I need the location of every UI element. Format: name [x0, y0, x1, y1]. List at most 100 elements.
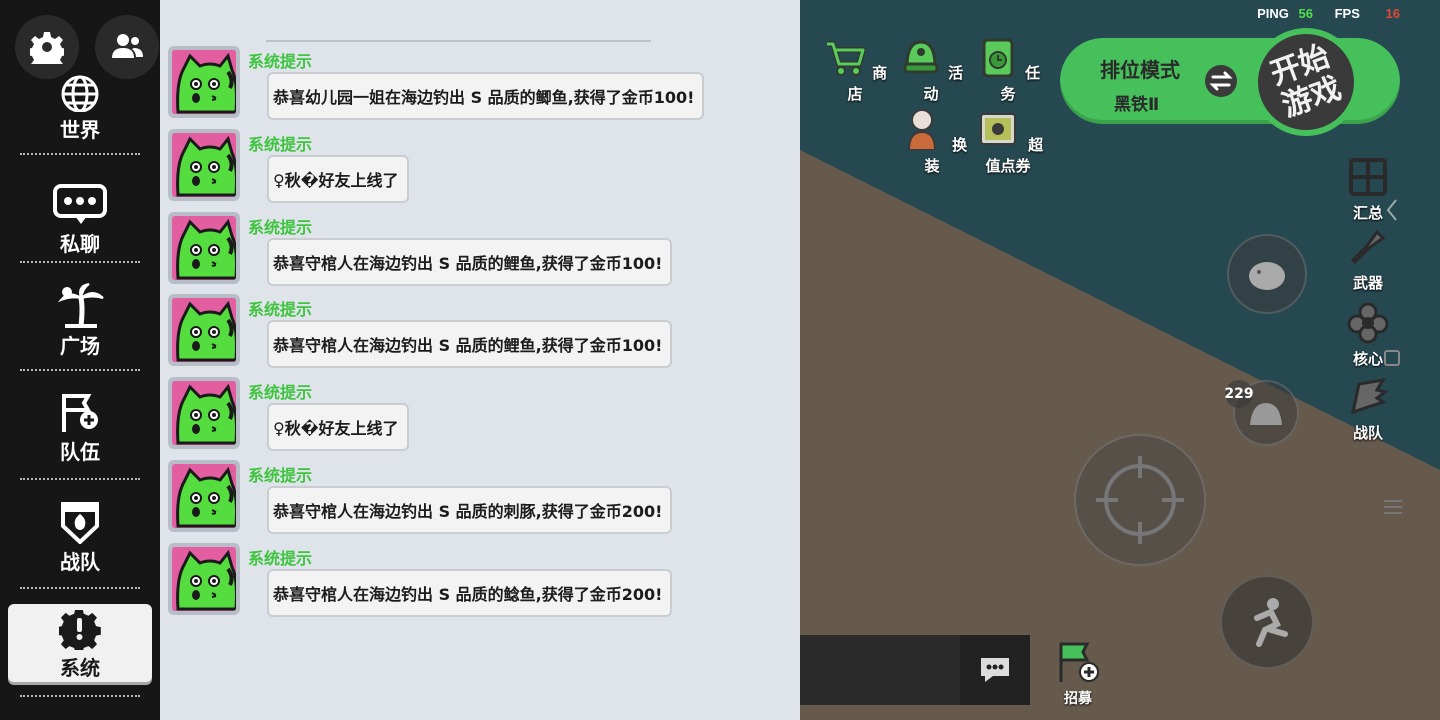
chat-bubble-dots-icon [981, 658, 1009, 682]
start-game-label: 开始 游戏 [1265, 38, 1346, 125]
green-cat-avatar-icon [176, 466, 236, 528]
message-bubble: ♀秋�好友上线了 [267, 403, 409, 452]
message-sender: 系统提示 [248, 466, 313, 485]
avatar[interactable] [168, 211, 240, 284]
weapon-icon [1350, 229, 1386, 265]
ping-label: PING [1257, 6, 1289, 21]
chat-message: 系统提示 恭喜守棺人在海边钓出 S 品质的刺豚,获得了金币200! [168, 460, 788, 536]
squad-wing-icon [1350, 377, 1389, 415]
activity-button[interactable]: 活动 [898, 36, 964, 103]
shop-cart-icon [826, 41, 866, 76]
nav-plaza-label: 广场 [60, 334, 100, 358]
avatar[interactable] [168, 128, 240, 201]
nav-clan[interactable]: 战队 [8, 500, 152, 600]
nav-plaza[interactable]: 广场 [8, 282, 152, 382]
crosshair-icon [1096, 456, 1184, 544]
green-cat-avatar-icon [176, 52, 236, 114]
green-cat-avatar-icon [176, 135, 236, 197]
friends-button[interactable] [95, 15, 159, 79]
collapse-arrow-icon[interactable] [1384, 196, 1400, 224]
green-cat-avatar-icon [176, 549, 236, 611]
nav-clan-label: 战队 [60, 550, 100, 574]
core-flower-icon [1347, 302, 1389, 344]
grid-icon [1349, 158, 1387, 196]
avatar[interactable] [168, 294, 240, 367]
message-bubble: 恭喜守棺人在海边钓出 S 品质的刺豚,获得了金币200! [267, 486, 673, 534]
message-sender: 系统提示 [248, 383, 313, 403]
nav-system-label: 系统 [60, 656, 100, 680]
activity-helmet-icon [903, 40, 939, 74]
message-sender: 系统提示 [248, 300, 313, 320]
small-checkbox[interactable] [1384, 350, 1400, 366]
switch-arrows-icon[interactable] [1204, 64, 1238, 98]
green-cat-avatar-icon [176, 383, 236, 445]
squad-side-button[interactable]: 战队 [1344, 376, 1392, 443]
emote-button[interactable] [1227, 234, 1307, 314]
rank-label: 黑铁Ⅱ [1114, 95, 1160, 115]
message-bubble: ♀秋�好友上线了 [267, 154, 409, 203]
avatar[interactable] [168, 46, 240, 118]
chat-message: 系统提示 恭喜守棺人在海边钓出 S 品质的鲤鱼,获得了金币100! [168, 211, 788, 288]
summary-label: 汇总 [1352, 204, 1383, 222]
task-clipboard-icon [982, 38, 1014, 78]
system-chat-panel: 系统提示 恭喜幼儿园一姐在海边钓出 S 品质的鲫鱼,获得了金币100! 系统提示… [160, 0, 800, 720]
nav-world-label: 世界 [60, 118, 100, 142]
squad-side-label: 战队 [1352, 424, 1383, 442]
avatar[interactable] [168, 460, 240, 532]
green-cat-avatar-icon [176, 218, 236, 280]
message-sender: 系统提示 [248, 134, 313, 154]
weapon-label: 武器 [1352, 274, 1383, 292]
voucher-button[interactable]: 超值点券 [968, 106, 1048, 175]
nav-private-chat-label: 私聊 [60, 232, 100, 256]
message-sender: 系统提示 [248, 548, 313, 568]
shop-button[interactable]: 商店 [822, 36, 888, 103]
outfit-character-icon [907, 109, 936, 151]
avatar[interactable] [168, 377, 240, 450]
weapon-button[interactable]: 武器 [1344, 226, 1392, 293]
shield-crest-icon [61, 502, 99, 544]
message-sender: 系统提示 [248, 52, 313, 71]
voucher-ticket-icon [979, 113, 1016, 145]
nav-system[interactable]: 系统 [8, 604, 152, 682]
outfit-button[interactable]: 换装 [892, 106, 972, 175]
message-bubble: 恭喜幼儿园一姐在海边钓出 S 品质的鲫鱼,获得了金币100! [267, 72, 705, 120]
nav-team-label: 队伍 [60, 440, 100, 464]
flag-plus-icon [62, 394, 98, 432]
chat-message: 系统提示 恭喜守棺人在海边钓出 S 品质的鲤鱼,获得了金币100! [168, 294, 788, 370]
alert-gear-icon [59, 610, 101, 650]
core-label: 核心 [1352, 350, 1383, 368]
nav-world[interactable]: 世界 [8, 72, 152, 172]
flag-plus-green-icon [1059, 642, 1099, 682]
message-bubble: 恭喜守棺人在海边钓出 S 品质的鲶鱼,获得了金币200! [267, 568, 673, 617]
jump-person-icon [1254, 598, 1288, 647]
avatar[interactable] [168, 542, 240, 615]
jump-button[interactable] [1220, 575, 1314, 669]
task-button[interactable]: 任务 [975, 36, 1041, 103]
mode-label: 排位模式 [1100, 58, 1180, 82]
network-stats: PING 56 FPS 16 [1251, 6, 1400, 21]
chat-bubble-icon [53, 184, 107, 224]
friends-icon [112, 34, 143, 58]
nav-team[interactable]: 队伍 [8, 392, 152, 492]
message-bubble: 恭喜守棺人在海边钓出 S 品质的鲤鱼,获得了金币100! [267, 320, 673, 369]
chat-message: 系统提示 ♀秋�好友上线了 [168, 377, 788, 453]
message-sender: 系统提示 [248, 217, 313, 237]
gear-icon [30, 32, 64, 64]
recruit-label: 招募 [1064, 691, 1092, 707]
globe-icon [61, 75, 99, 112]
chat-message: 系统提示 恭喜守棺人在海边钓出 S 品质的鲶鱼,获得了金币200! [168, 542, 788, 619]
palm-tree-icon [57, 283, 104, 328]
ping-value: 56 [1298, 6, 1313, 21]
green-cat-avatar-icon [176, 301, 236, 362]
aim-joystick[interactable] [1074, 434, 1206, 566]
chat-message: 系统提示 恭喜幼儿园一姐在海边钓出 S 品质的鲫鱼,获得了金币100! [168, 46, 788, 122]
fps-value: 16 [1385, 6, 1400, 21]
message-bubble: 恭喜守棺人在海边钓出 S 品质的鲤鱼,获得了金币100! [267, 237, 673, 286]
chat-channel-sidebar: 世界 私聊 广场 队伍 战队 系统 [0, 0, 160, 720]
menu-lines-icon[interactable] [1382, 498, 1404, 516]
recruit-button[interactable]: 招募 [1048, 640, 1108, 708]
start-game-button[interactable]: 开始 游戏 [1252, 28, 1360, 136]
settings-button[interactable] [15, 15, 79, 79]
pig-icon [1249, 262, 1285, 290]
chat-send-button[interactable] [960, 635, 1030, 705]
